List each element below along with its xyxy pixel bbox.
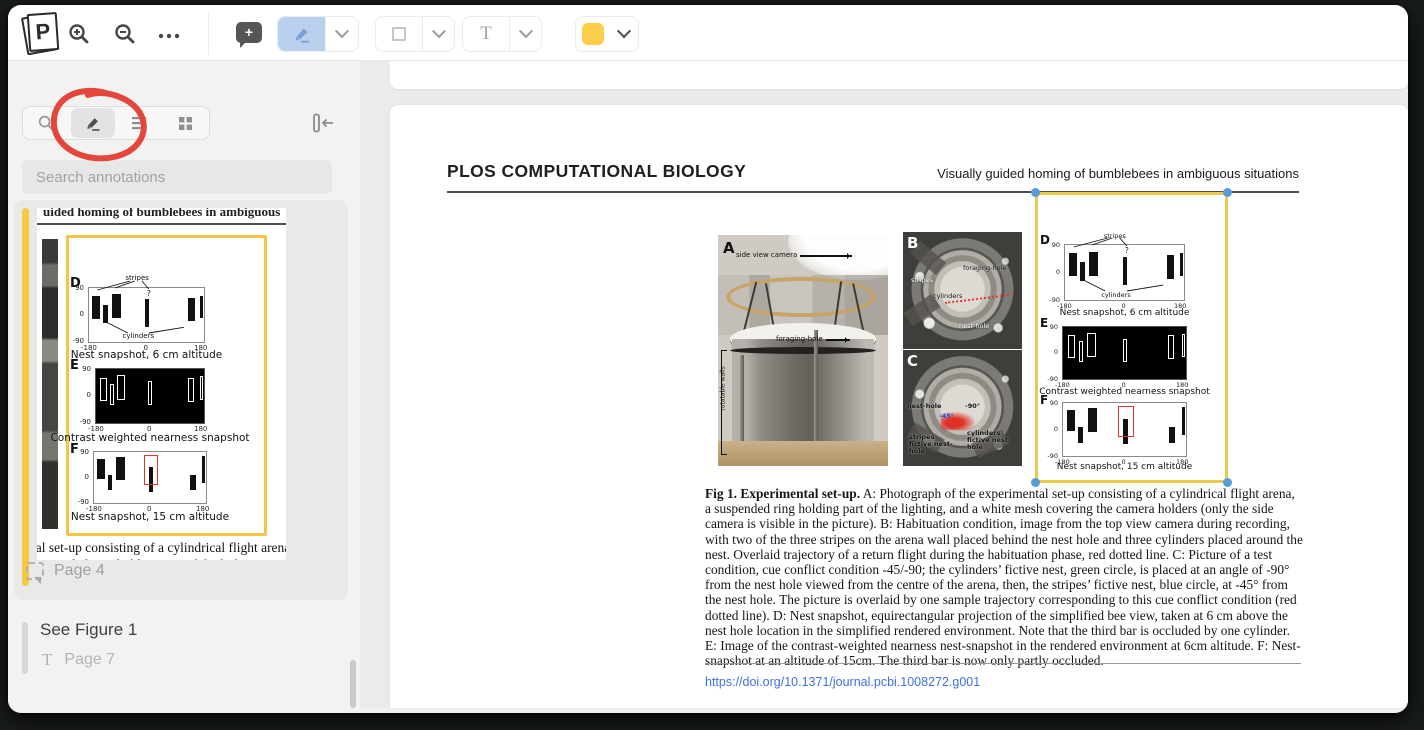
figure-caption-body: A: Photograph of the experimental set-up… — [705, 486, 1303, 668]
text-tool-dropdown[interactable] — [510, 17, 541, 51]
selection-handle-bottom-left[interactable] — [1031, 478, 1040, 487]
text-tool-button[interactable]: T — [463, 17, 509, 51]
comment-icon: + — [236, 22, 262, 43]
app-window: P + — [8, 5, 1408, 713]
pen-icon — [84, 114, 102, 132]
annotation-accent-bar — [22, 208, 29, 586]
chevron-down-icon — [519, 24, 533, 38]
color-picker-dropdown[interactable] — [610, 17, 638, 51]
annotation-accent-bar — [22, 622, 28, 674]
annotation-card-area[interactable]: uided homing of bumblebees in ambiguous … — [14, 200, 348, 600]
area-highlight-icon — [26, 562, 44, 580]
caption-rule — [705, 663, 1301, 664]
figure-caption: Fig 1. Experimental set-up. A: Photograp… — [705, 486, 1303, 668]
text-tool-icon: T — [480, 23, 492, 45]
annotation-text: See Figure 1 — [40, 620, 137, 640]
annotation-card-text[interactable]: See Figure 1 T Page 7 — [14, 614, 348, 684]
shape-tool-group — [375, 16, 455, 52]
chevron-down-icon — [432, 24, 446, 38]
highlight-tool-dropdown[interactable] — [326, 17, 358, 51]
highlight-tool-button[interactable] — [278, 17, 325, 51]
zoom-in-icon[interactable] — [66, 21, 92, 47]
doi-link[interactable]: https://doi.org/10.1371/journal.pcbi.100… — [705, 675, 980, 689]
selection-handle-top-right[interactable] — [1223, 188, 1232, 197]
tab-search[interactable] — [24, 108, 69, 138]
collapse-sidebar-button[interactable] — [313, 113, 335, 133]
selection-handle-top-left[interactable] — [1031, 188, 1040, 197]
collapse-sidebar-icon — [313, 113, 335, 133]
highlighter-icon — [292, 24, 312, 44]
sidebar-scrollbar[interactable] — [350, 660, 356, 708]
previous-page-bottom — [390, 61, 1408, 89]
rectangle-icon — [391, 26, 407, 42]
annotation-search — [22, 160, 332, 194]
page-badge: Page 7 — [64, 651, 115, 669]
tab-annotate[interactable] — [71, 108, 116, 138]
tab-list[interactable] — [117, 108, 162, 138]
chevron-down-icon — [617, 24, 631, 38]
thumb-caption-fragment: tal set-up consisting of a cylindrical f… — [37, 540, 286, 556]
annotation-thumbnail: uided homing of bumblebees in ambiguous … — [37, 208, 286, 560]
shape-tool-dropdown[interactable] — [423, 17, 454, 51]
color-swatch — [582, 23, 604, 45]
color-picker-button[interactable] — [575, 16, 639, 52]
thumb-figure-panels: D900-90-1800180Nest snapshot, 6 cm altit… — [37, 208, 286, 560]
shape-tool-button[interactable] — [376, 17, 422, 51]
highlight-tool-group — [277, 16, 359, 52]
logo-letter: P — [27, 12, 60, 52]
list-icon — [131, 116, 147, 130]
chevron-down-icon — [335, 24, 349, 38]
text-tool-group: T — [462, 16, 542, 52]
figure-caption-title: Fig 1. Experimental set-up. — [705, 486, 860, 501]
area-annotation-selection[interactable] — [1035, 192, 1228, 483]
overflow-menu-icon[interactable] — [156, 21, 182, 47]
app-logo[interactable]: P — [24, 12, 60, 56]
thumb-caption-fragment-2: suspended ring holding part of the light… — [37, 557, 286, 560]
annotations-sidebar: uided homing of bumblebees in ambiguous … — [8, 61, 360, 708]
toolbar-divider — [208, 11, 209, 55]
comment-tool-button[interactable]: + — [236, 22, 266, 50]
sidebar-tab-bar — [22, 106, 210, 140]
selection-handle-bottom-right[interactable] — [1223, 478, 1232, 487]
grid-icon — [178, 116, 193, 131]
annotation-card-footer: Page 4 — [26, 562, 105, 580]
page-badge: Page 4 — [54, 562, 105, 580]
pdf-page: PLOS COMPUTATIONAL BIOLOGY Visually guid… — [390, 105, 1408, 708]
toolbar: P + — [8, 5, 1408, 61]
text-annotation-icon: T — [42, 650, 52, 670]
zoom-out-icon[interactable] — [112, 21, 138, 47]
tab-grid[interactable] — [164, 108, 209, 138]
search-icon — [37, 114, 55, 132]
search-annotations-input[interactable] — [22, 160, 332, 194]
